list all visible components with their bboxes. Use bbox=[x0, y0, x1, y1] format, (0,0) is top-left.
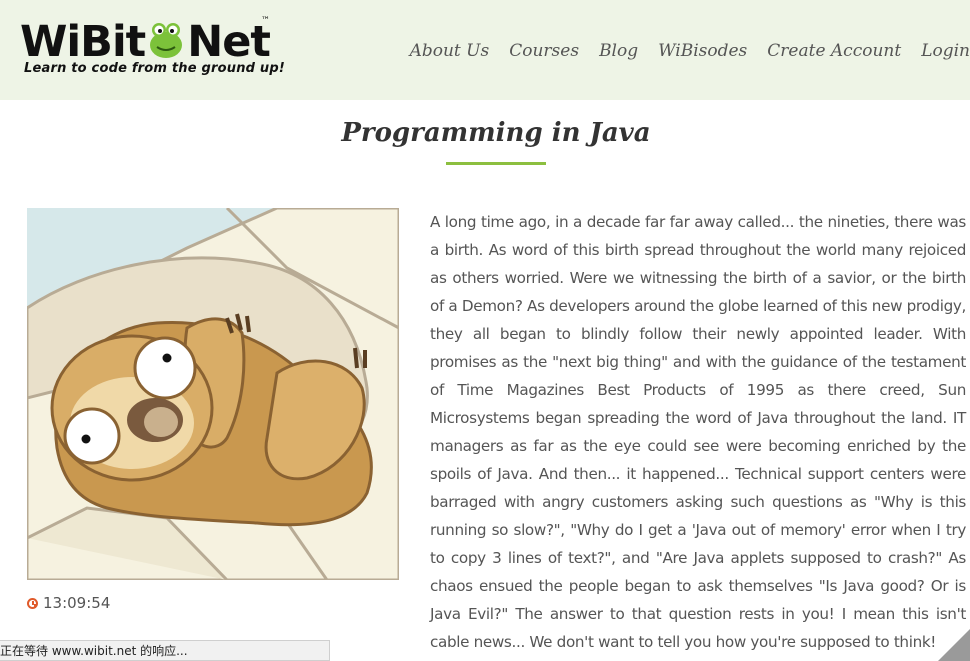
nav-blog[interactable]: Blog bbox=[599, 38, 638, 64]
nav-courses[interactable]: Courses bbox=[509, 38, 579, 64]
sloth-illustration bbox=[27, 208, 399, 580]
course-image bbox=[27, 208, 399, 580]
logo-text-right: Net bbox=[187, 17, 271, 67]
logo-trademark: ™ bbox=[261, 16, 270, 26]
main-nav: About Us Courses Blog WiBisodes Create A… bbox=[410, 38, 970, 64]
article-body: A long time ago, in a decade far far awa… bbox=[430, 213, 966, 651]
clock-icon bbox=[27, 597, 38, 609]
logo-text-left: WiBit bbox=[20, 17, 146, 67]
post-time: 13:09:54 bbox=[27, 594, 110, 612]
frog-mascot-icon bbox=[146, 20, 186, 60]
scroll-to-top-corner[interactable] bbox=[938, 629, 970, 661]
site-logo[interactable]: WiBit Net ™ Learn to code from the groun… bbox=[20, 16, 285, 80]
title-underline bbox=[446, 162, 546, 165]
nav-login[interactable]: Login bbox=[921, 38, 970, 64]
logo-tagline: Learn to code from the ground up! bbox=[24, 61, 285, 76]
page-title: Programming in Java bbox=[341, 118, 651, 148]
browser-status-bar: 正在等待 www.wibit.net 的响应... bbox=[0, 640, 330, 661]
nav-create-account[interactable]: Create Account bbox=[767, 38, 901, 64]
nav-wibisodes[interactable]: WiBisodes bbox=[658, 38, 747, 64]
post-time-value: 13:09:54 bbox=[43, 594, 111, 612]
nav-about-us[interactable]: About Us bbox=[410, 38, 490, 64]
site-header: WiBit Net ™ Learn to code from the groun… bbox=[0, 0, 970, 100]
